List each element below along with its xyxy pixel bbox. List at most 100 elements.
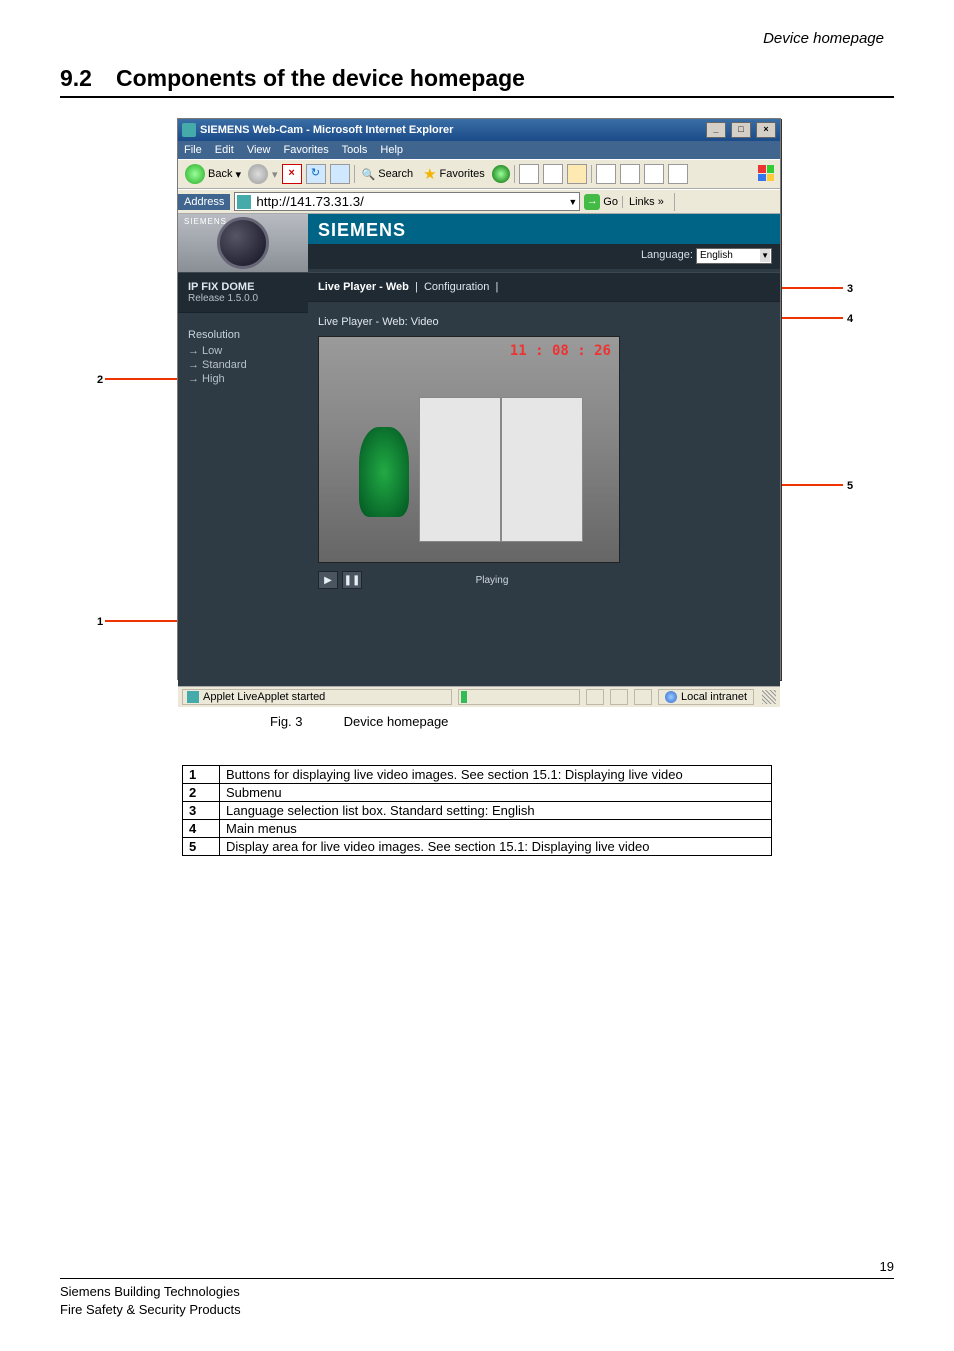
figure-caption: Fig. 3 Device homepage <box>60 714 894 729</box>
footer-text: Siemens Building Technologies Fire Safet… <box>60 1283 894 1319</box>
table-row: 3Language selection list box. Standard s… <box>183 802 772 820</box>
document-page: Device homepage 9.2 Components of the de… <box>0 0 954 1351</box>
tab-separator-2: | <box>492 281 498 293</box>
table-row: 5Display area for live video images. See… <box>183 838 772 856</box>
page-number: 19 <box>880 1259 894 1274</box>
footer-line-1: Siemens Building Technologies <box>60 1283 894 1301</box>
pause-button[interactable]: ❚❚ <box>342 571 362 589</box>
links-menu[interactable]: Links » <box>622 196 670 208</box>
legend-container: 1Buttons for displaying live video image… <box>60 765 894 856</box>
callout-line-3 <box>777 287 843 289</box>
menu-edit[interactable]: Edit <box>215 144 234 156</box>
intranet-icon <box>665 691 677 703</box>
page-icon <box>237 195 251 209</box>
tab-configuration[interactable]: Configuration <box>424 281 489 293</box>
back-icon <box>185 164 205 184</box>
address-label: Address <box>178 194 230 210</box>
back-label: Back <box>208 168 232 180</box>
video-frame: 11 : 08 : 26 <box>318 336 620 563</box>
discuss-button[interactable] <box>620 164 640 184</box>
status-pane-4 <box>634 689 652 705</box>
table-row: 2Submenu <box>183 784 772 802</box>
language-select[interactable]: English <box>696 248 772 264</box>
figure-caption-text: Device homepage <box>344 714 449 729</box>
menu-file[interactable]: File <box>184 144 202 156</box>
window-title: SIEMENS Web-Cam - Microsoft Internet Exp… <box>200 124 453 136</box>
history-button[interactable] <box>519 164 539 184</box>
refresh-button[interactable]: ↻ <box>306 164 326 184</box>
search-button[interactable]: 🔍 Search <box>359 167 417 182</box>
go-icon: → <box>584 194 600 210</box>
video-door-right <box>501 397 583 542</box>
play-button[interactable]: ▶ <box>318 571 338 589</box>
language-label: Language: <box>641 249 693 261</box>
legend-num: 2 <box>183 784 220 802</box>
status-zone: Local intranet <box>658 689 754 705</box>
callout-4: 4 <box>847 313 853 325</box>
submenu-item-low[interactable]: → Low <box>188 345 298 357</box>
sidebar: IP FIX DOME Release 1.5.0.0 Resolution →… <box>178 272 308 686</box>
camera-thumbnail: SIEMENS <box>178 214 308 272</box>
main-columns: IP FIX DOME Release 1.5.0.0 Resolution →… <box>178 272 780 686</box>
submenu-item-standard[interactable]: → Standard <box>188 359 298 371</box>
table-row: 1Buttons for displaying live video image… <box>183 766 772 784</box>
status-pane-3 <box>610 689 628 705</box>
edit-button[interactable] <box>596 164 616 184</box>
table-row: 4Main menus <box>183 820 772 838</box>
video-timestamp: 11 : 08 : 26 <box>510 343 611 359</box>
banner: SIEMENS SIEMENS Language: English <box>178 214 780 272</box>
address-input[interactable] <box>254 193 568 210</box>
legend-table: 1Buttons for displaying live video image… <box>182 765 772 856</box>
device-label: IP FIX DOME Release 1.5.0.0 <box>178 272 308 313</box>
figure-label: Fig. 3 <box>270 714 340 729</box>
callout-1: 1 <box>97 616 103 628</box>
callout-3: 3 <box>847 283 853 295</box>
footer-line-2: Fire Safety & Security Products <box>60 1301 894 1319</box>
menu-tools[interactable]: Tools <box>342 144 368 156</box>
favorites-label: Favorites <box>440 168 485 180</box>
close-button[interactable]: × <box>756 122 776 138</box>
submenu: Resolution → Low → Standard → High <box>178 313 308 403</box>
video-area: Live Player - Web: Video 11 : 08 : 26 <box>308 302 780 597</box>
callout-2: 2 <box>97 374 103 386</box>
video-plant <box>359 427 409 517</box>
page-footer: 19 Siemens Building Technologies Fire Sa… <box>60 1278 894 1319</box>
research-button[interactable] <box>644 164 664 184</box>
status-progress <box>458 689 580 705</box>
brand-logo: SIEMENS <box>308 214 780 244</box>
menu-favorites[interactable]: Favorites <box>284 144 329 156</box>
mail-button[interactable] <box>543 164 563 184</box>
tab-live-player[interactable]: Live Player - Web <box>318 281 409 293</box>
address-bar: Address ▼ → Go Links » <box>178 189 780 214</box>
device-release: Release 1.5.0.0 <box>188 293 298 304</box>
legend-text: Main menus <box>220 820 772 838</box>
submenu-item-high[interactable]: → High <box>188 373 298 385</box>
messenger-button[interactable] <box>668 164 688 184</box>
favorites-button[interactable]: ★ Favorites <box>420 166 488 183</box>
menu-help[interactable]: Help <box>380 144 403 156</box>
print-button[interactable] <box>567 164 587 184</box>
menu-view[interactable]: View <box>247 144 271 156</box>
video-controls: ▶ ❚❚ Playing <box>318 571 618 589</box>
maximize-button[interactable]: □ <box>731 122 751 138</box>
minimize-button[interactable]: _ <box>706 122 726 138</box>
window-titlebar: SIEMENS Web-Cam - Microsoft Internet Exp… <box>178 119 780 141</box>
star-icon: ★ <box>423 167 436 182</box>
stop-button[interactable]: × <box>282 164 302 184</box>
media-button[interactable] <box>492 165 510 183</box>
go-button[interactable]: → Go <box>584 194 618 210</box>
legend-text: Display area for live video images. See … <box>220 838 772 856</box>
toolbar: Back ▾ ▾ × ↻ 🔍 Search ★ Favorites <box>178 159 780 189</box>
legend-num: 4 <box>183 820 220 838</box>
status-bar: Applet LiveApplet started Local intranet <box>178 686 780 707</box>
play-status: Playing <box>476 575 509 586</box>
figure-container: 1 2 3 4 5 SIEMENS Web-Cam - Microsoft In… <box>60 118 894 708</box>
forward-button[interactable] <box>248 164 268 184</box>
callout-5: 5 <box>847 480 853 492</box>
back-button[interactable]: Back ▾ <box>182 163 244 185</box>
home-button[interactable] <box>330 164 350 184</box>
browser-window: SIEMENS Web-Cam - Microsoft Internet Exp… <box>177 118 781 680</box>
status-text: Applet LiveApplet started <box>203 691 325 703</box>
callout-line-2 <box>105 378 185 380</box>
search-icon: 🔍 <box>362 168 376 181</box>
